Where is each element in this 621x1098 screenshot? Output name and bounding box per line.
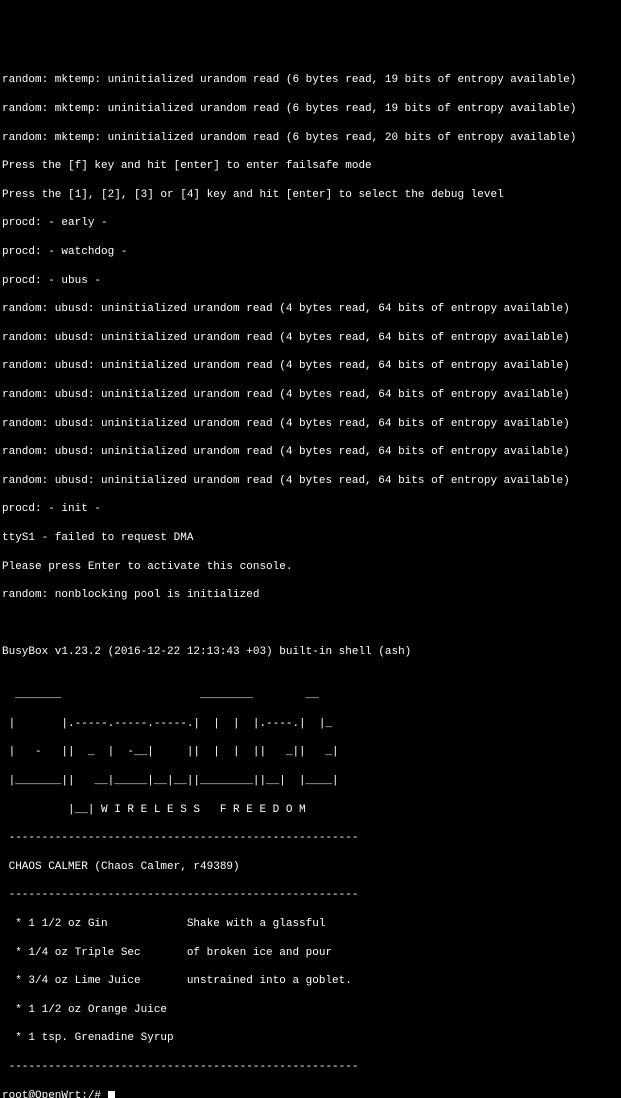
shell-prompt: root@OpenWrt:/# <box>2 1090 108 1098</box>
banner-line: ----------------------------------------… <box>2 1060 619 1074</box>
prompt-line[interactable]: root@OpenWrt:/# <box>2 1089 619 1098</box>
boot-line: random: ubusd: uninitialized urandom rea… <box>2 388 619 402</box>
banner-line: |_______|| __|_____|__|__||________||__|… <box>2 774 619 788</box>
banner-line: * 1 tsp. Grenadine Syrup <box>2 1031 619 1045</box>
banner-line: | |.-----.-----.-----.| | | |.----.| |_ <box>2 717 619 731</box>
boot-line: Press the [1], [2], [3] or [4] key and h… <box>2 188 619 202</box>
banner-line: * 3/4 oz Lime Juice unstrained into a go… <box>2 974 619 988</box>
boot-line: procd: - early - <box>2 216 619 230</box>
banner-line: * 1 1/2 oz Gin Shake with a glassful <box>2 917 619 931</box>
boot-line: random: ubusd: uninitialized urandom rea… <box>2 445 619 459</box>
banner-line: ----------------------------------------… <box>2 831 619 845</box>
banner-line: * 1 1/2 oz Orange Juice <box>2 1003 619 1017</box>
banner-line: * 1/4 oz Triple Sec of broken ice and po… <box>2 946 619 960</box>
boot-line: procd: - init - <box>2 502 619 516</box>
boot-line: Please press Enter to activate this cons… <box>2 560 619 574</box>
boot-line: random: ubusd: uninitialized urandom rea… <box>2 302 619 316</box>
boot-line: procd: - watchdog - <box>2 245 619 259</box>
banner-line: | - || _ | -__| || | | || _|| _| <box>2 745 619 759</box>
boot-line: procd: - ubus - <box>2 274 619 288</box>
boot-line: ttyS1 - failed to request DMA <box>2 531 619 545</box>
boot-line: random: ubusd: uninitialized urandom rea… <box>2 359 619 373</box>
boot-line: random: ubusd: uninitialized urandom rea… <box>2 474 619 488</box>
cursor-icon <box>108 1091 115 1098</box>
banner-line: _______ ________ __ <box>2 688 619 702</box>
banner-line: CHAOS CALMER (Chaos Calmer, r49389) <box>2 860 619 874</box>
boot-line: random: ubusd: uninitialized urandom rea… <box>2 331 619 345</box>
boot-line: random: ubusd: uninitialized urandom rea… <box>2 417 619 431</box>
boot-line: random: mktemp: uninitialized urandom re… <box>2 131 619 145</box>
banner-line: ----------------------------------------… <box>2 888 619 902</box>
banner-line: |__| W I R E L E S S F R E E D O M <box>2 803 619 817</box>
boot-line: Press the [f] key and hit [enter] to ent… <box>2 159 619 173</box>
terminal-output: random: mktemp: uninitialized urandom re… <box>2 59 619 1098</box>
busybox-version: BusyBox v1.23.2 (2016-12-22 12:13:43 +03… <box>2 645 619 659</box>
boot-line: random: mktemp: uninitialized urandom re… <box>2 102 619 116</box>
boot-line: random: mktemp: uninitialized urandom re… <box>2 73 619 87</box>
boot-line: random: nonblocking pool is initialized <box>2 588 619 602</box>
